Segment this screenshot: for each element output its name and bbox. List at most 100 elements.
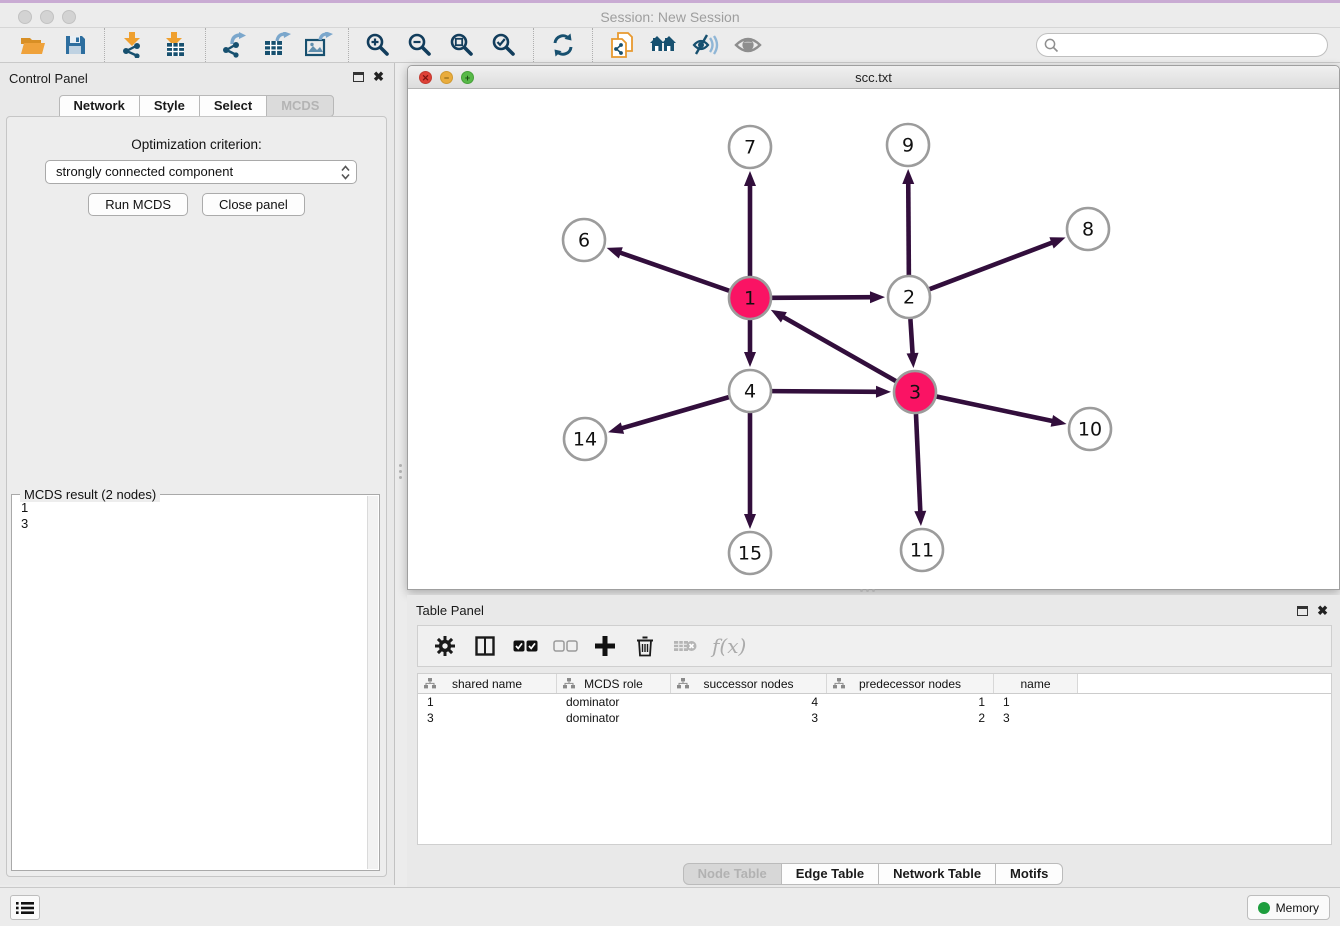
- hide-details-icon[interactable]: [691, 30, 721, 60]
- graph-edge[interactable]: [744, 171, 756, 276]
- graph-node-3[interactable]: 3: [894, 371, 936, 413]
- cell-predecessor-nodes[interactable]: 1: [827, 694, 994, 710]
- tab-node-table[interactable]: Node Table: [683, 863, 782, 885]
- network-canvas[interactable]: 7 9 6 8 1 2 3 4 14 10 15 11: [408, 89, 1339, 589]
- graph-node-1[interactable]: 1: [729, 277, 771, 319]
- graph-edge[interactable]: [937, 397, 1067, 427]
- cell-successor-nodes[interactable]: 4: [671, 694, 827, 710]
- settings-gear-icon[interactable]: [432, 633, 458, 659]
- close-panel-icon[interactable]: ✖: [1317, 603, 1328, 619]
- cell-shared-name[interactable]: 1: [418, 694, 557, 710]
- result-item[interactable]: 3: [21, 516, 366, 532]
- table-row[interactable]: 1 dominator 4 1 1: [418, 694, 1331, 710]
- open-session-icon[interactable]: [18, 30, 48, 60]
- graph-node-9[interactable]: 9: [887, 124, 929, 166]
- column-header-successor-nodes[interactable]: successor nodes: [671, 674, 827, 693]
- column-header-mcds-role[interactable]: MCDS role: [557, 674, 671, 693]
- home-icon[interactable]: [649, 30, 679, 60]
- tab-style[interactable]: Style: [139, 95, 200, 117]
- graph-edge[interactable]: [607, 247, 730, 291]
- criterion-select[interactable]: strongly connected component: [45, 160, 357, 184]
- cell-name[interactable]: 3: [994, 710, 1078, 726]
- close-panel-icon[interactable]: ✖: [373, 69, 384, 85]
- cell-name[interactable]: 1: [994, 694, 1078, 710]
- column-header-predecessor-nodes[interactable]: predecessor nodes: [827, 674, 994, 693]
- graph-node-4[interactable]: 4: [729, 370, 771, 412]
- graph-edge[interactable]: [907, 319, 919, 368]
- zoom-selected-icon[interactable]: [489, 30, 519, 60]
- result-item[interactable]: 1: [21, 500, 366, 516]
- graph-node-8[interactable]: 8: [1067, 208, 1109, 250]
- refresh-icon[interactable]: [548, 30, 578, 60]
- table-row[interactable]: 3 dominator 3 2 3: [418, 710, 1331, 726]
- tab-network-table[interactable]: Network Table: [878, 863, 996, 885]
- export-network-icon[interactable]: [220, 30, 250, 60]
- save-session-icon[interactable]: [60, 30, 90, 60]
- mcds-result-list[interactable]: 1 3: [12, 495, 366, 870]
- delete-table-icon[interactable]: [672, 633, 698, 659]
- column-header-shared-name[interactable]: shared name: [418, 674, 557, 693]
- float-panel-icon[interactable]: [1297, 606, 1308, 616]
- toolbar-separator: [104, 28, 105, 62]
- graph-edge[interactable]: [914, 414, 926, 526]
- cell-mcds-role[interactable]: dominator: [557, 710, 671, 726]
- import-table-icon[interactable]: [161, 30, 191, 60]
- zoom-in-icon[interactable]: [363, 30, 393, 60]
- graph-node-6[interactable]: 6: [563, 219, 605, 261]
- graph-edge[interactable]: [744, 413, 756, 529]
- graph-node-7[interactable]: 7: [729, 126, 771, 168]
- export-table-icon[interactable]: [262, 30, 292, 60]
- search-input[interactable]: [1036, 33, 1328, 57]
- zoom-out-icon[interactable]: [405, 30, 435, 60]
- graph-node-15[interactable]: 15: [729, 532, 771, 574]
- float-panel-icon[interactable]: [353, 72, 364, 82]
- tree-icon: [424, 678, 436, 689]
- graph-edge[interactable]: [771, 310, 896, 381]
- network-view-window: ✕ − + scc.txt 7 9 6 8 1 2 3 4 14 10 15 11: [407, 65, 1340, 590]
- graph-edge[interactable]: [772, 291, 885, 303]
- import-network-icon[interactable]: [119, 30, 149, 60]
- export-image-icon[interactable]: [304, 30, 334, 60]
- select-stepper-icon: [341, 165, 350, 187]
- graph-node-14[interactable]: 14: [564, 418, 606, 460]
- tab-motifs[interactable]: Motifs: [995, 863, 1063, 885]
- delete-row-trash-icon[interactable]: [632, 633, 658, 659]
- graph-edge[interactable]: [772, 386, 891, 398]
- zoom-fit-icon[interactable]: [447, 30, 477, 60]
- graph-edge[interactable]: [902, 169, 914, 275]
- graph-node-2[interactable]: 2: [888, 276, 930, 318]
- memory-button[interactable]: Memory: [1247, 895, 1330, 920]
- graph-edge[interactable]: [608, 397, 729, 434]
- node-table[interactable]: shared name MCDS role successor nodes pr…: [417, 673, 1332, 845]
- cell-shared-name[interactable]: 3: [418, 710, 557, 726]
- deselect-all-checkboxes-icon[interactable]: [552, 633, 578, 659]
- tab-mcds[interactable]: MCDS: [266, 95, 334, 117]
- toolbar-separator: [592, 28, 593, 62]
- add-row-icon[interactable]: [592, 633, 618, 659]
- graph-node-10[interactable]: 10: [1069, 408, 1111, 450]
- select-all-checkboxes-icon[interactable]: [512, 633, 538, 659]
- graph-node-11[interactable]: 11: [901, 529, 943, 571]
- graph-edge[interactable]: [744, 320, 756, 367]
- vertical-splitter-handle[interactable]: [398, 462, 403, 480]
- tab-edge-table[interactable]: Edge Table: [781, 863, 879, 885]
- clone-network-icon[interactable]: [607, 30, 637, 60]
- run-mcds-button[interactable]: Run MCDS: [88, 193, 188, 216]
- control-panel-title: Control Panel: [9, 71, 88, 86]
- network-window-titlebar[interactable]: ✕ − + scc.txt: [408, 66, 1339, 89]
- cell-predecessor-nodes[interactable]: 2: [827, 710, 994, 726]
- task-history-button[interactable]: [10, 895, 40, 920]
- cell-successor-nodes[interactable]: 3: [671, 710, 827, 726]
- horizontal-splitter-handle[interactable]: [858, 588, 876, 593]
- graph-edge[interactable]: [930, 237, 1066, 289]
- show-details-icon[interactable]: [733, 30, 763, 60]
- tab-select[interactable]: Select: [199, 95, 267, 117]
- function-builder-icon[interactable]: f(x): [712, 633, 746, 659]
- close-panel-button[interactable]: Close panel: [202, 193, 305, 216]
- tab-network[interactable]: Network: [59, 95, 140, 117]
- result-scrollbar[interactable]: [367, 496, 378, 869]
- cell-mcds-role[interactable]: dominator: [557, 694, 671, 710]
- window-title: Session: New Session: [0, 9, 1340, 25]
- column-header-name[interactable]: name: [994, 674, 1078, 693]
- column-chooser-icon[interactable]: [472, 633, 498, 659]
